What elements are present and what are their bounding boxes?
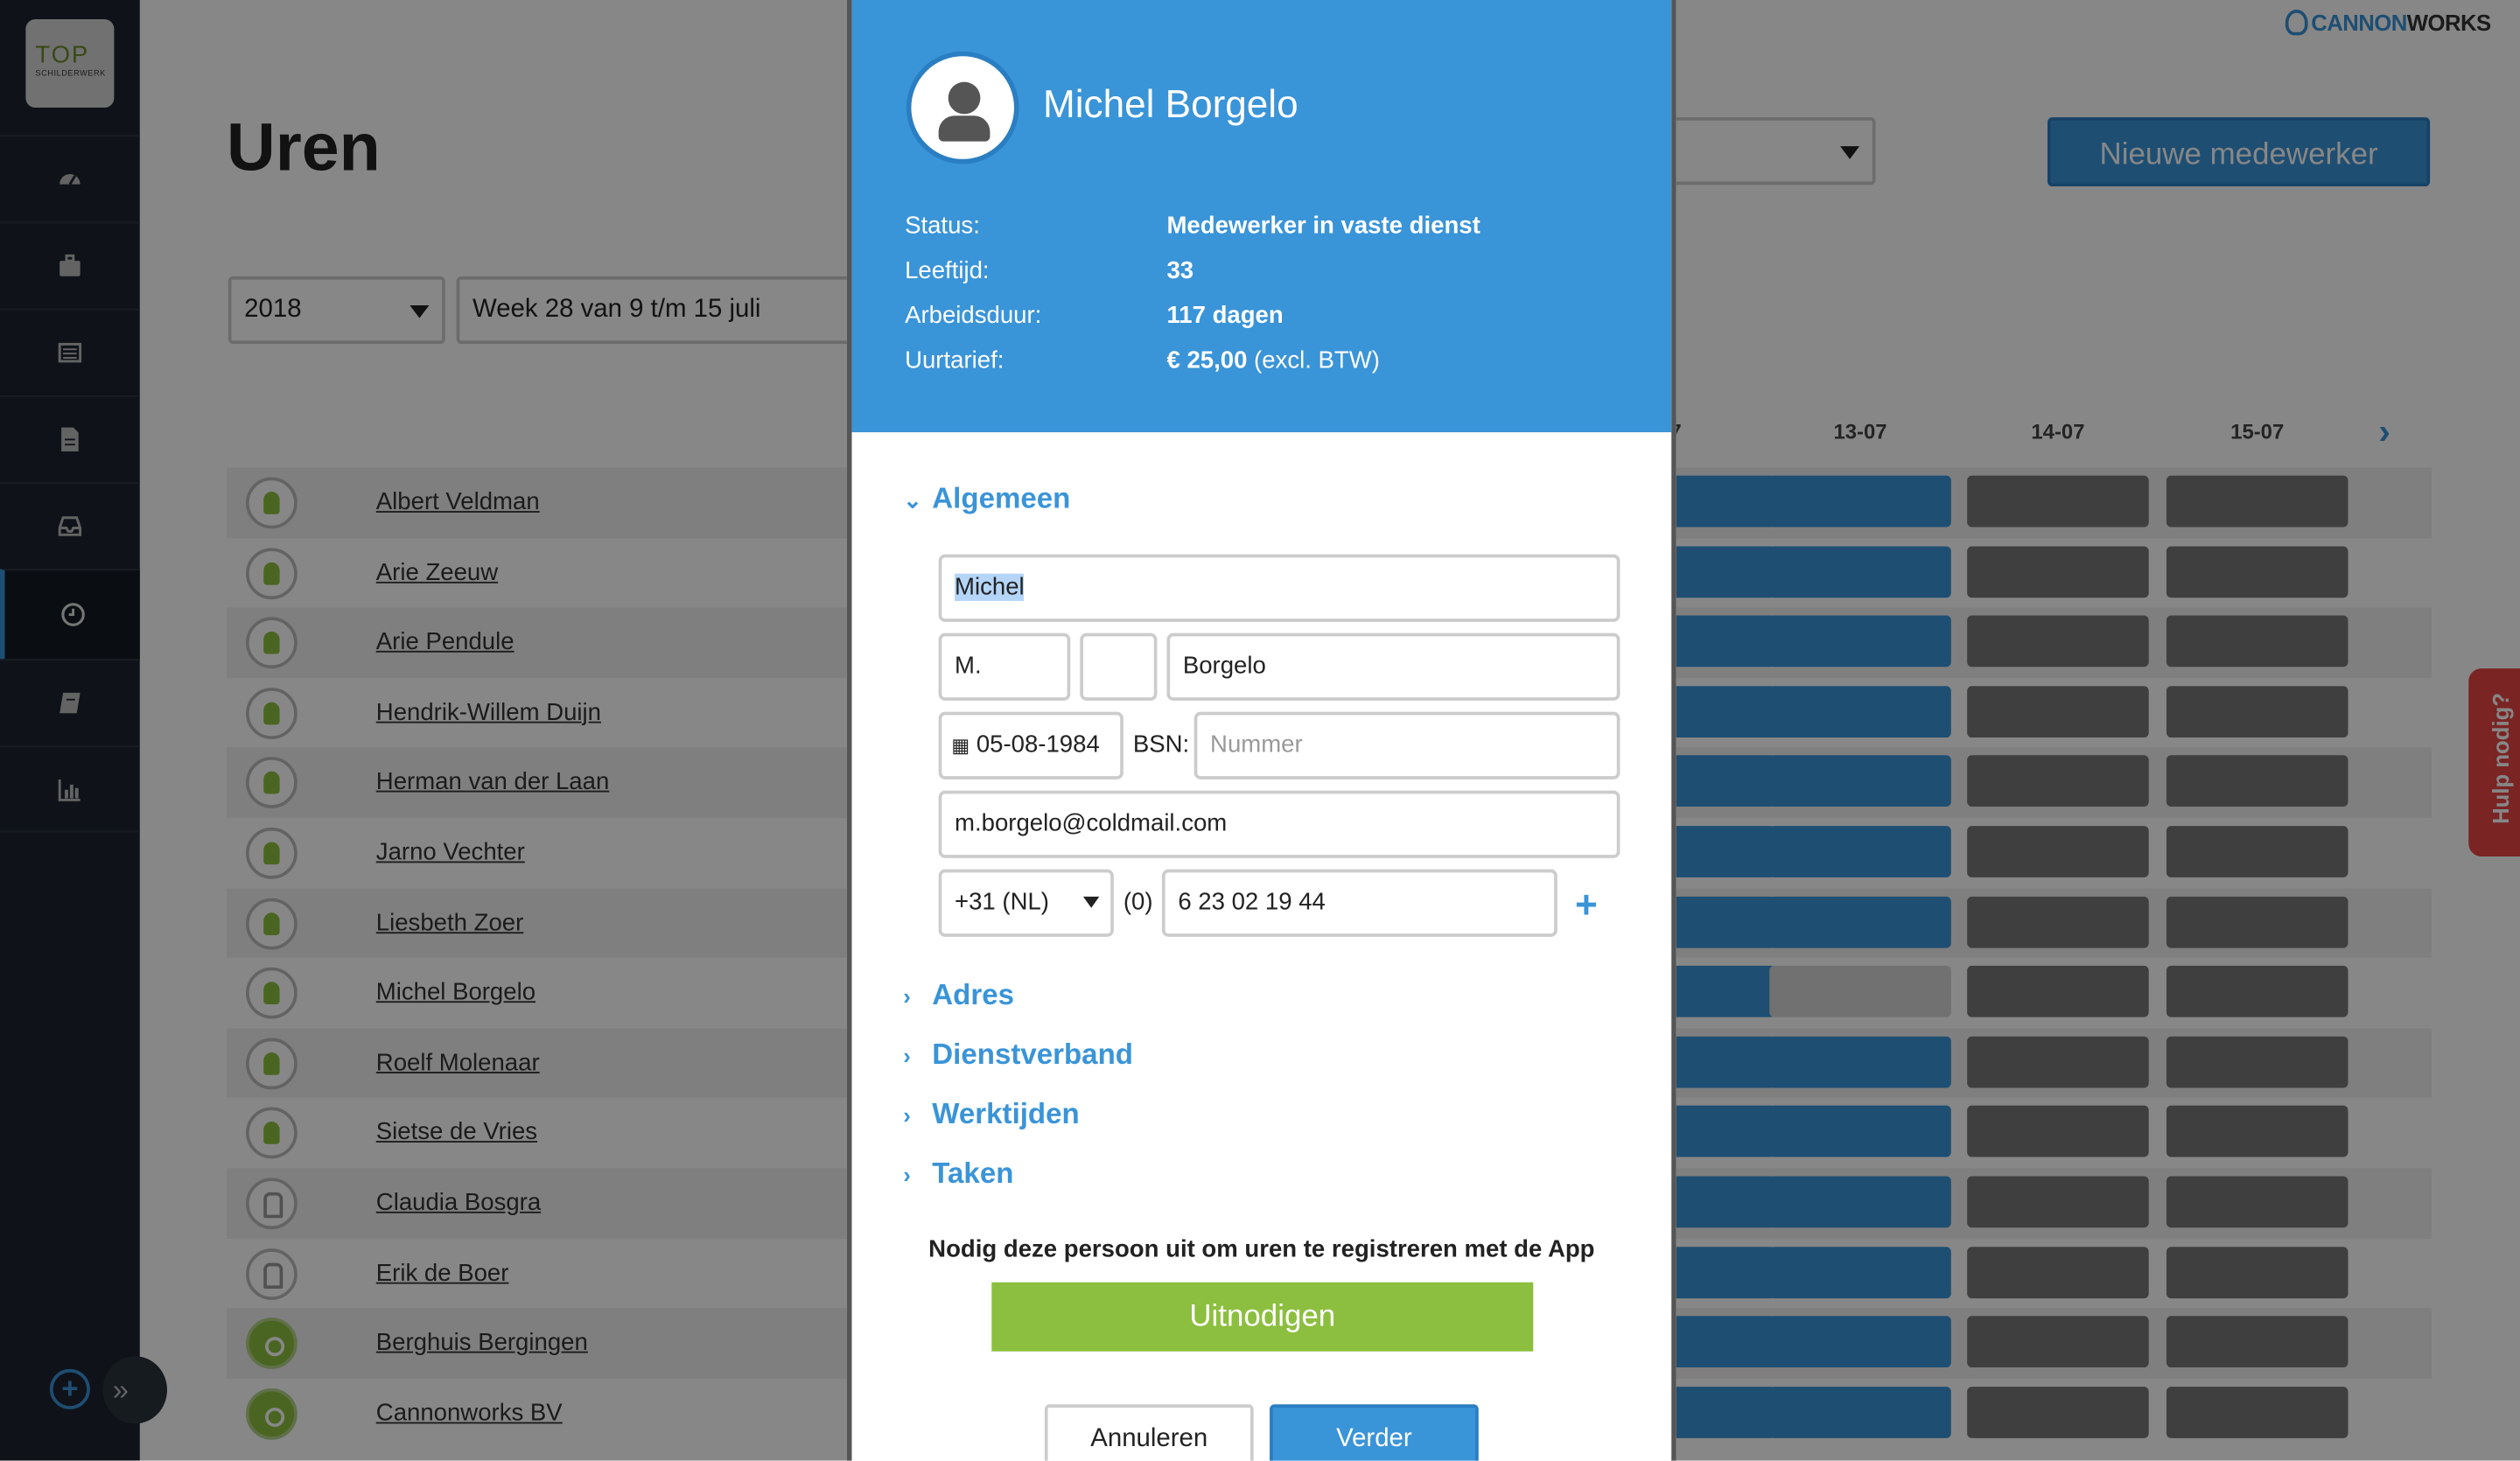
user-avatar-icon[interactable] xyxy=(906,51,1019,164)
info-value: 33 xyxy=(1166,257,1194,284)
infix-input[interactable] xyxy=(1080,633,1158,701)
first-name-input[interactable]: Michel xyxy=(938,554,1620,622)
section-label: Dienstverband xyxy=(932,1038,1133,1071)
employee-modal: Michel Borgelo Status: Medewerker in vas… xyxy=(846,0,1676,1461)
section-label: Taken xyxy=(932,1157,1014,1190)
duration-value: 117 dagen xyxy=(1166,302,1284,330)
rate-note: (excl. BTW) xyxy=(1247,346,1380,374)
section-label: Adres xyxy=(932,978,1015,1011)
next-button[interactable]: Verder xyxy=(1270,1404,1479,1461)
trunk-prefix: (0) xyxy=(1123,888,1153,916)
chevron-down-icon: ⌄ xyxy=(903,486,922,513)
section-working-hours[interactable]: › Werktijden xyxy=(903,1097,1079,1131)
birthdate-input[interactable]: ▦ 05-08-1984 xyxy=(938,711,1124,779)
chevron-right-icon: › xyxy=(903,983,911,1010)
info-label: Arbeidsduur: xyxy=(905,302,1042,330)
section-address[interactable]: › Adres xyxy=(903,979,1014,1013)
section-tasks[interactable]: › Taken xyxy=(903,1157,1013,1191)
rate-value: € 25,00 xyxy=(1166,346,1248,374)
email-input[interactable]: m.borgelo@coldmail.com xyxy=(938,790,1620,858)
employee-name: Michel Borgelo xyxy=(1043,83,1298,128)
initials-input[interactable]: M. xyxy=(938,633,1071,701)
country-code-value: +31 (NL) xyxy=(955,888,1049,916)
info-label: Uurtarief: xyxy=(905,346,1004,374)
invite-button[interactable]: Uitnodigen xyxy=(991,1282,1534,1352)
status-value: Medewerker in vaste dienst xyxy=(1166,212,1480,240)
section-general[interactable]: ⌄ Algemeen xyxy=(903,482,1070,516)
age-value: 33 xyxy=(1166,256,1194,285)
section-label: Algemeen xyxy=(932,482,1071,514)
bsn-label: BSN: xyxy=(1132,730,1190,758)
phone-input[interactable]: 6 23 02 19 44 xyxy=(1161,869,1558,937)
chevron-right-icon: › xyxy=(903,1043,911,1069)
chevron-right-icon: › xyxy=(903,1102,911,1129)
chevron-right-icon: › xyxy=(903,1161,911,1188)
cancel-button[interactable]: Annuleren xyxy=(1044,1404,1254,1461)
info-label: Status: xyxy=(905,212,980,240)
bsn-input[interactable]: Nummer xyxy=(1194,711,1620,779)
add-phone-icon[interactable]: + xyxy=(1575,884,1598,928)
section-label: Werktijden xyxy=(932,1097,1080,1130)
section-employment[interactable]: › Dienstverband xyxy=(903,1038,1133,1073)
info-value: Medewerker in vaste dienst xyxy=(1166,212,1480,239)
modal-header: Michel Borgelo Status: Medewerker in vas… xyxy=(851,0,1672,433)
invite-text: Nodig deze persoon uit om uren te regist… xyxy=(928,1235,1595,1263)
first-name-value: Michel xyxy=(955,573,1025,601)
chevron-down-icon xyxy=(1082,896,1100,908)
info-value: € 25,00 (excl. BTW) xyxy=(1166,347,1379,374)
calendar-icon: ▦ xyxy=(951,734,970,758)
last-name-input[interactable]: Borgelo xyxy=(1166,633,1620,701)
birthdate-value: 05-08-1984 xyxy=(976,730,1100,758)
info-value: 117 dagen xyxy=(1166,302,1283,329)
info-label: Leeftijd: xyxy=(905,256,990,285)
country-code-select[interactable]: +31 (NL) xyxy=(938,869,1114,937)
